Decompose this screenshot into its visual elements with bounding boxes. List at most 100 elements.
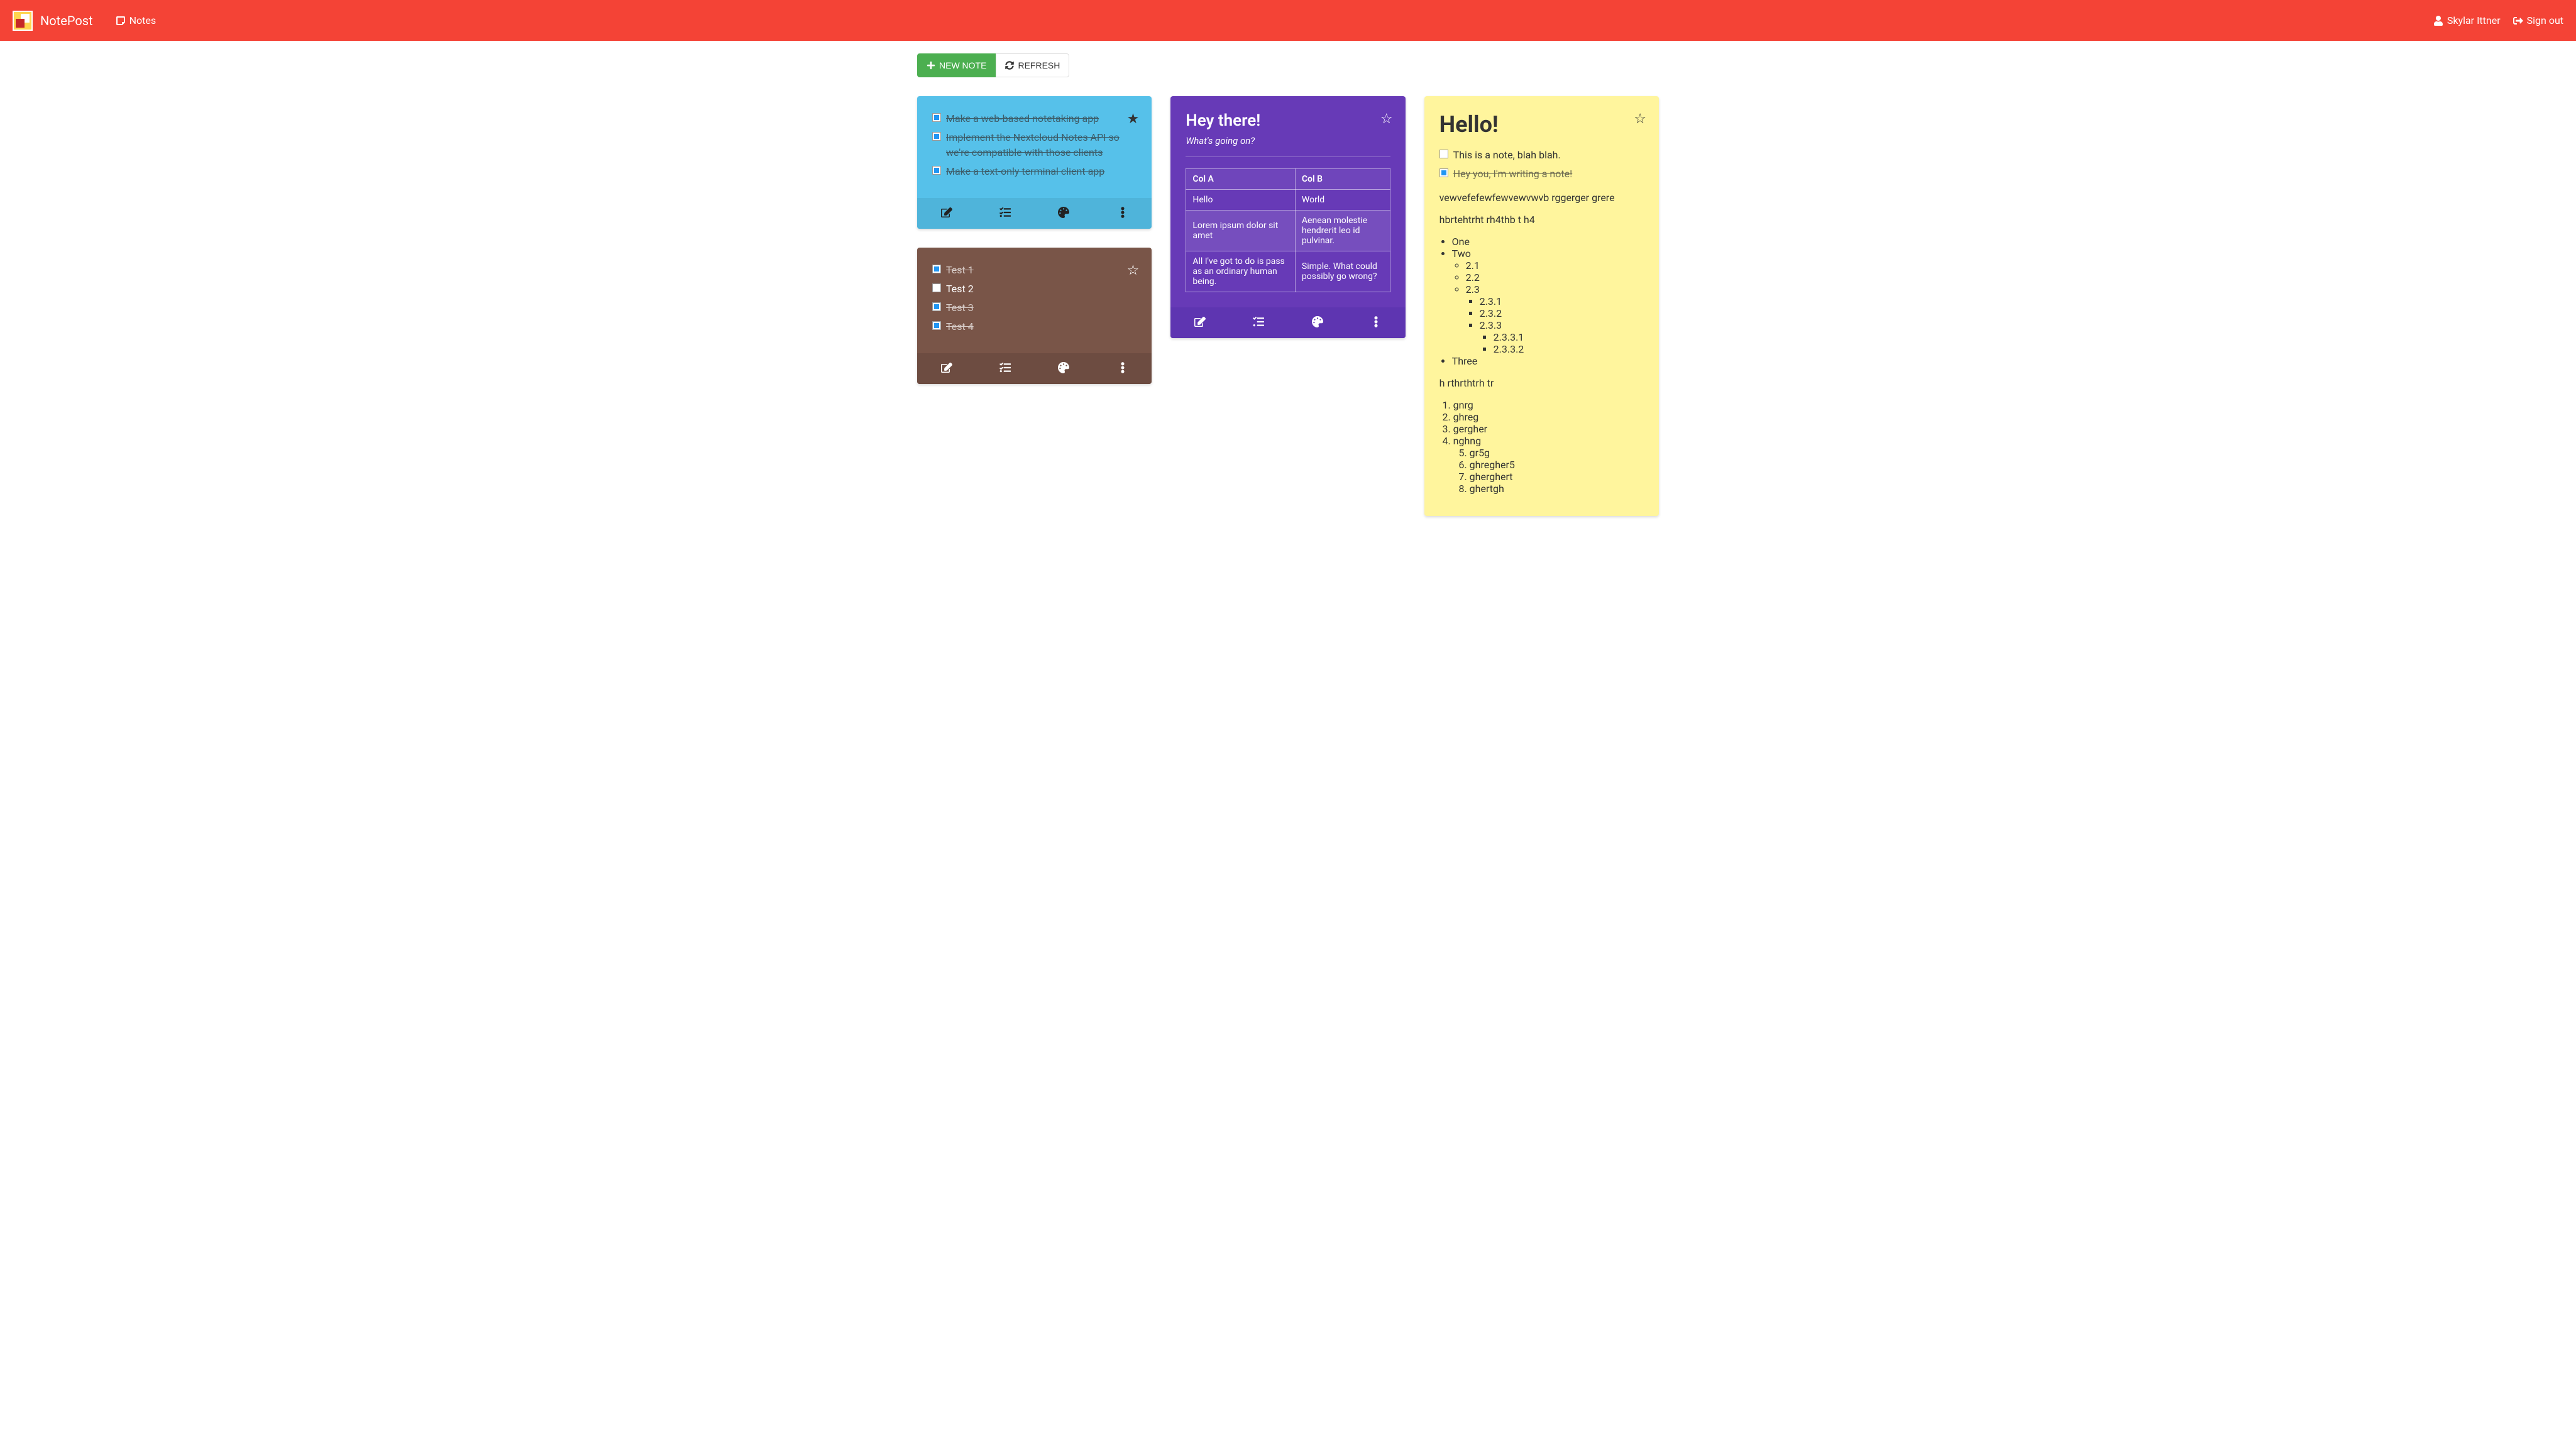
checkbox[interactable] [932,302,941,311]
list-item: gherghert [1470,471,1644,483]
notes-columns: ★ Make a web-based notetaking app Implem… [917,96,1659,516]
paragraph: hbrtehtrht rh4thb t h4 [1439,214,1644,226]
checklist-item: Hey you, I'm writing a note! [1439,167,1644,182]
note-body: Make a web-based notetaking app Implemen… [917,96,1152,198]
favorite-star-outline[interactable]: ☆ [1127,263,1140,278]
table-cell: Aenean molestie hendrerit leo id pulvina… [1295,211,1390,251]
note-footer [917,353,1152,384]
palette-icon[interactable] [1058,362,1069,375]
checklist-text: Test 1 [946,263,974,278]
list-item: ghertgh [1470,483,1644,495]
divider [1186,156,1390,157]
checklist-text: Make a web-based notetaking app [946,111,1099,126]
checkbox[interactable] [932,265,941,273]
signout-label: Sign out [2527,14,2563,26]
plus-icon [927,61,935,70]
checklist-item: Test 3 [932,300,1137,315]
list-item: One [1452,236,1644,248]
new-note-label: NEW NOTE [939,60,986,70]
checklist-item: Make a text-only terminal client app [932,164,1137,179]
brand-name: NotePost [40,13,93,28]
main-container: NEW NOTE REFRESH ★ Make a web-based note… [911,41,1665,541]
note-footer [1170,307,1405,338]
list-icon[interactable] [999,362,1011,375]
note-body: Test 1 Test 2 Test 3 Test 4 [917,248,1152,353]
header-bar: NotePost Notes Skylar Ittner Sign out [0,0,2576,41]
checklist-text: Implement the Nextcloud Notes API so we'… [946,130,1137,160]
user-name: Skylar Ittner [2447,14,2501,26]
checkbox[interactable] [1439,150,1448,158]
list-item: 2.1 [1466,260,1644,272]
checkbox[interactable] [932,166,941,175]
note-card-brown[interactable]: ☆ Test 1 Test 2 Test 3 [917,248,1152,384]
checklist-item: Test 1 [932,263,1137,278]
bullet-list: One Two 2.1 2.2 2.3 2.3.1 2.3.2 2.3.3 [1439,236,1644,367]
column-3: ☆ Hello! This is a note, blah blah. Hey … [1424,96,1659,516]
edit-icon[interactable] [941,362,952,375]
logo-icon [13,11,33,31]
checklist-item: Test 2 [932,282,1137,297]
ordered-list: gnrg ghreg gergher nghng gr5g ghregher5 … [1439,399,1644,495]
checklist-text: Test 3 [946,300,974,315]
list-item: nghng gr5g ghregher5 gherghert ghertgh [1453,435,1644,495]
table-row: Hello World [1186,190,1390,211]
table-cell: All I've got to do is pass as an ordinar… [1186,251,1296,292]
checkbox[interactable] [932,283,941,292]
column-2: ☆ Hey there! What's going on? Col A Col … [1170,96,1405,338]
more-icon[interactable] [1370,316,1382,329]
list-item: gergher [1453,423,1644,435]
note-table: Col A Col B Hello World Lorem ipsum dolo… [1186,168,1390,292]
note-footer [917,198,1152,229]
checkbox[interactable] [932,321,941,330]
checkbox[interactable] [932,113,941,122]
more-icon[interactable] [1117,207,1128,220]
more-icon[interactable] [1117,362,1128,375]
list-icon[interactable] [999,207,1011,220]
nav-notes-link[interactable]: Notes [116,14,157,26]
edit-icon[interactable] [1194,316,1206,329]
note-title: Hello! [1439,111,1644,138]
edit-icon[interactable] [941,207,952,220]
note-body: Hey there! What's going on? Col A Col B … [1170,96,1405,307]
note-card-yellow[interactable]: ☆ Hello! This is a note, blah blah. Hey … [1424,96,1659,516]
sticky-note-icon [116,16,126,26]
table-cell: Lorem ipsum dolor sit amet [1186,211,1296,251]
favorite-star-outline[interactable]: ☆ [1380,111,1393,127]
checklist-text: This is a note, blah blah. [1453,148,1561,163]
checklist-text: Hey you, I'm writing a note! [1453,167,1573,182]
list-item: 2.3.3.1 [1494,331,1644,343]
checkbox[interactable] [1439,168,1448,177]
column-1: ★ Make a web-based notetaking app Implem… [917,96,1152,384]
palette-icon[interactable] [1058,207,1069,220]
palette-icon[interactable] [1312,316,1323,329]
new-note-button[interactable]: NEW NOTE [917,53,996,77]
note-card-blue[interactable]: ★ Make a web-based notetaking app Implem… [917,96,1152,229]
checklist-text: Test 4 [946,319,974,334]
signout-link[interactable]: Sign out [2513,14,2563,26]
list-icon[interactable] [1253,316,1264,329]
list-item: 2.3.3 2.3.3.1 2.3.3.2 [1480,319,1644,355]
list-item: gr5g [1470,447,1644,459]
nav-notes-label: Notes [129,14,157,26]
refresh-icon [1005,61,1014,70]
refresh-button[interactable]: REFRESH [996,53,1069,77]
list-item: 2.3.3.2 [1494,343,1644,355]
list-item: 2.3 2.3.1 2.3.2 2.3.3 2.3.3.1 2.3.3.2 [1466,283,1644,355]
table-row: Lorem ipsum dolor sit amet Aenean molest… [1186,211,1390,251]
checklist-item: Make a web-based notetaking app [932,111,1137,126]
signout-icon [2513,16,2523,26]
table-cell: Hello [1186,190,1296,211]
checklist-item: This is a note, blah blah. [1439,148,1644,163]
note-card-purple[interactable]: ☆ Hey there! What's going on? Col A Col … [1170,96,1405,338]
paragraph: vewvefefewfewvewvwvb rggerger grere [1439,192,1644,204]
user-icon [2433,16,2443,26]
checkbox[interactable] [932,132,941,141]
list-item: Three [1452,355,1644,367]
list-item: ghreg [1453,411,1644,423]
user-link[interactable]: Skylar Ittner [2433,14,2501,26]
favorite-star-filled[interactable]: ★ [1127,111,1140,127]
paragraph: h rthrthtrh tr [1439,377,1644,389]
list-item: 2.3.2 [1480,307,1644,319]
header-right: Skylar Ittner Sign out [2433,14,2563,26]
favorite-star-outline[interactable]: ☆ [1634,111,1646,127]
